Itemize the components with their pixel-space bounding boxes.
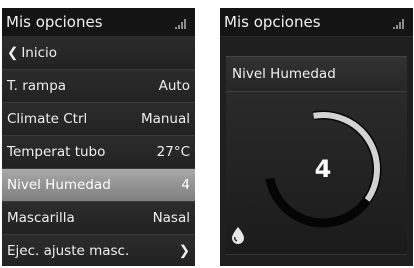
menu-item-climate-ctrl[interactable]: Climate Ctrl Manual <box>2 103 195 136</box>
setting-screen: Mis opciones Nivel Humedad 4 <box>220 8 413 266</box>
menu-item-label: Mascarilla <box>7 210 75 226</box>
signal-icon <box>175 19 188 29</box>
menu-item-label: Inicio <box>21 45 58 61</box>
options-menu: ❮ Inicio T. rampa Auto Climate Ctrl Manua… <box>2 37 195 266</box>
menu-item-ejec-ajuste-masc[interactable]: Ejec. ajuste masc. ❯ <box>2 235 195 266</box>
menu-item-value: 4 <box>181 177 190 193</box>
dial-value: 4 <box>314 155 332 183</box>
menu-item-mascarilla[interactable]: Mascarilla Nasal <box>2 202 195 235</box>
setting-panel: 4 <box>226 92 407 255</box>
water-drop-icon <box>232 227 244 244</box>
menu-item-temperat-tubo[interactable]: Temperat tubo 27°C <box>2 136 195 169</box>
menu-item-value: Auto <box>158 78 190 94</box>
menu-screen: Mis opciones ❮ Inicio T. rampa Auto Clima… <box>2 8 195 266</box>
setting-title: Nivel Humedad <box>232 66 336 82</box>
screen-title: Mis opciones <box>224 13 321 31</box>
menu-item-value: 27°C <box>156 144 190 160</box>
chevron-left-icon: ❮ <box>7 45 19 61</box>
signal-icon <box>393 19 406 29</box>
menu-item-t-rampa[interactable]: T. rampa Auto <box>2 70 195 103</box>
setting-header: Nivel Humedad <box>226 56 407 92</box>
status-bar: Mis opciones <box>220 8 413 37</box>
menu-item-label: Ejec. ajuste masc. <box>7 243 130 259</box>
menu-item-label: Nivel Humedad <box>7 177 111 193</box>
menu-item-inicio[interactable]: ❮ Inicio <box>2 37 195 70</box>
menu-item-label: Climate Ctrl <box>7 111 88 127</box>
status-bar: Mis opciones <box>2 8 195 37</box>
menu-item-label: Temperat tubo <box>7 144 106 160</box>
menu-item-value: Nasal <box>152 210 190 226</box>
menu-item-nivel-humedad[interactable]: Nivel Humedad 4 <box>2 169 195 202</box>
chevron-right-icon: ❯ <box>178 243 190 259</box>
menu-item-value: Manual <box>140 111 190 127</box>
menu-item-label: T. rampa <box>7 78 67 94</box>
screen-title: Mis opciones <box>6 13 103 31</box>
